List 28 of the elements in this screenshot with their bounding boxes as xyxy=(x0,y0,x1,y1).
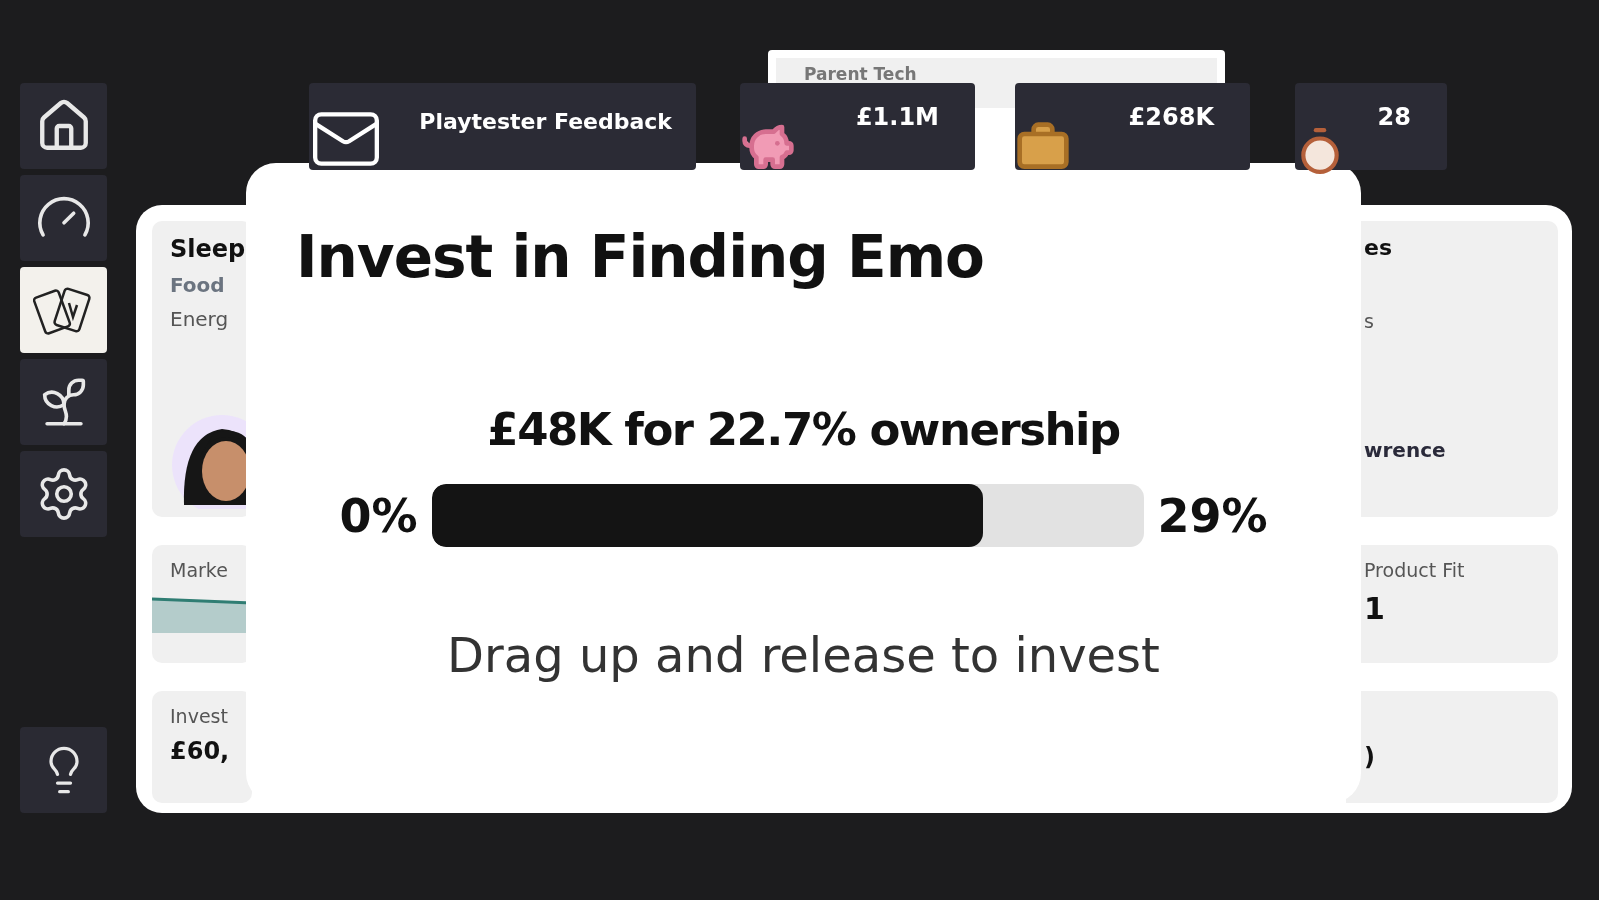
company-name: Sleep xyxy=(170,235,247,263)
energy-text: Energ xyxy=(170,307,230,331)
investment-label: Invest xyxy=(170,705,229,727)
panel-heading: es xyxy=(1364,235,1393,260)
category-text: Food xyxy=(170,273,226,297)
sidebar-button[interactable] xyxy=(20,175,107,261)
max-label: 29% xyxy=(1157,488,1268,543)
background-card-title: Parent Tech xyxy=(804,64,917,84)
panel-text: s xyxy=(1364,310,1375,332)
sidebar-button[interactable] xyxy=(20,451,107,537)
product-fit-value: 1 xyxy=(1364,591,1386,626)
sidebar-button[interactable] xyxy=(20,83,107,169)
sidebar-button[interactable] xyxy=(20,359,107,445)
stat-chip: £1.1M xyxy=(740,83,975,170)
instruction-text: Drag up and release to invest xyxy=(447,627,1160,683)
market-label: Marke xyxy=(170,559,229,581)
details-value: ) xyxy=(1364,743,1376,771)
feedback-button[interactable]: Playtester Feedback xyxy=(309,83,696,170)
hint-button[interactable] xyxy=(20,727,107,813)
investment-slider[interactable] xyxy=(431,484,1144,547)
product-fit-label: Product Fit xyxy=(1364,559,1466,581)
stat-chip: £268K xyxy=(1015,83,1250,170)
investment-value: £60, xyxy=(170,737,231,765)
sidebar-button[interactable] xyxy=(20,267,107,353)
founder-name: wrence xyxy=(1364,438,1447,462)
offer-text: £48K for 22.7% ownership xyxy=(487,403,1120,456)
dialog-title: Invest in Finding Emo xyxy=(296,223,984,291)
min-label: 0% xyxy=(339,488,418,543)
